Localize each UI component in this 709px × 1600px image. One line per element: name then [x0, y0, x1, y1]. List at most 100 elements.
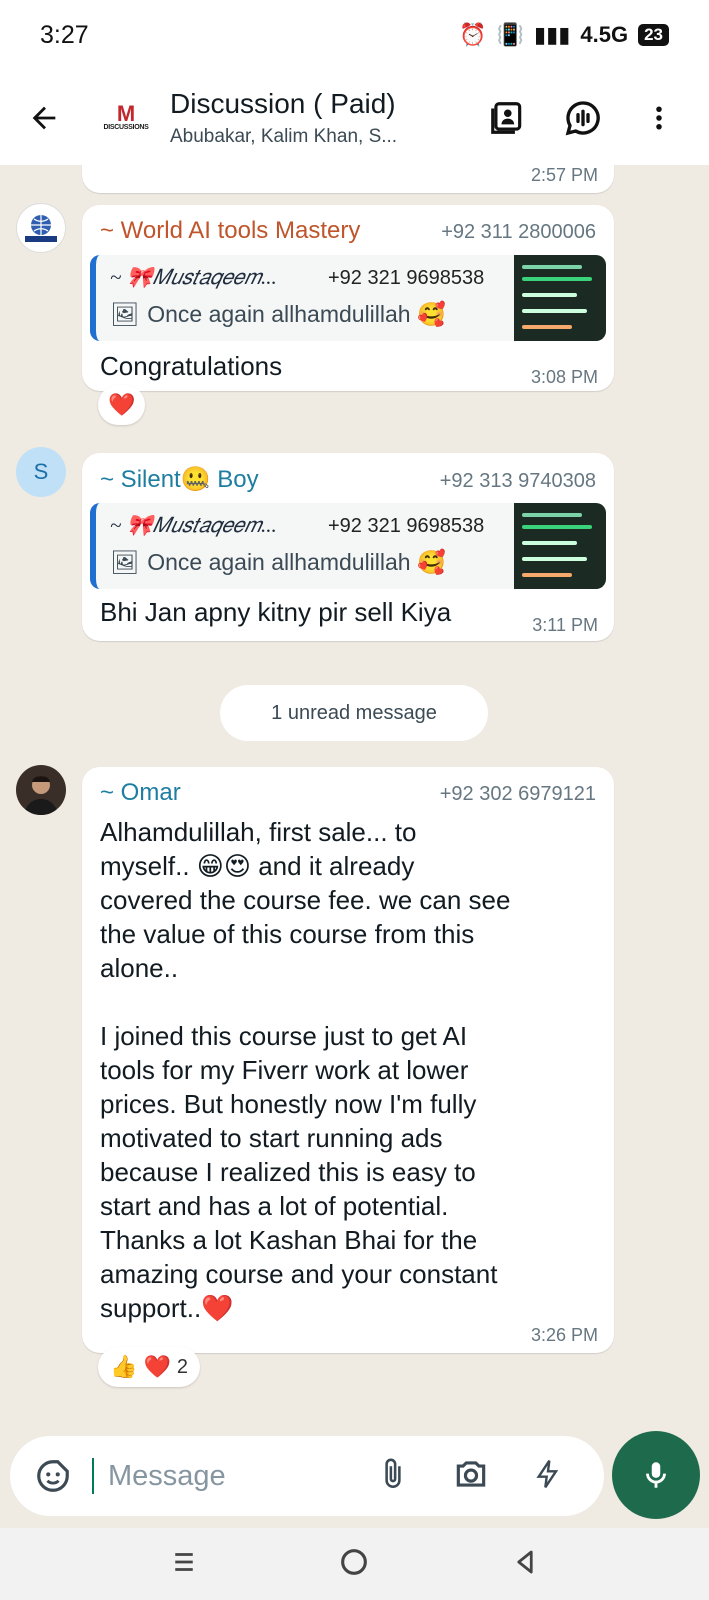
attach-button[interactable]	[376, 1457, 410, 1496]
battery-icon: 23	[638, 24, 669, 46]
group-logo-text: DISCUSSIONS	[103, 124, 149, 131]
message-time: 2:57 PM	[530, 165, 598, 185]
back-button[interactable]	[14, 88, 74, 148]
menu-lines-icon	[175, 1552, 193, 1571]
previous-message[interactable]: 2:57 PM	[82, 165, 614, 193]
sender-row: ~ World AI tools Mastery +92 311 2800006	[100, 217, 596, 245]
thumbnail-line	[522, 265, 582, 269]
reaction-emojis: 👍 ❤️	[110, 1354, 171, 1379]
camera-button[interactable]	[452, 1455, 490, 1498]
system-nav-bar	[0, 1528, 709, 1600]
sticker-icon	[37, 1460, 69, 1492]
message-line: amazing course and your constant	[100, 1259, 498, 1289]
message-line: Alhamdulillah, first sale... to	[100, 817, 417, 847]
message-time: 3:11 PM	[532, 615, 598, 635]
group-avatar[interactable]: M DISCUSSIONS	[94, 86, 158, 150]
quote-text-row: 🖼 Once again allhamdulillah 🥰	[110, 301, 446, 328]
thumbnail-line	[522, 513, 582, 517]
sender-name[interactable]: ~ Omar	[100, 779, 181, 807]
message-line: prices. But honestly now I'm fully	[100, 1089, 477, 1119]
message-line: I joined this course just to get AI	[100, 1021, 468, 1051]
thumbnail-line	[522, 541, 577, 545]
chat-title: Discussion ( Paid)	[170, 87, 396, 119]
message-text: Congratulations	[100, 351, 283, 381]
message-line: myself.. 😁😍 and it already	[100, 851, 415, 881]
quote-thumbnail	[514, 255, 606, 341]
quote-text: Once again allhamdulillah 🥰	[147, 549, 446, 575]
sender-row: ~ Silent🤐 Boy +92 313 9740308	[100, 465, 596, 494]
avatar[interactable]: S	[16, 447, 66, 497]
message-line: alone..	[100, 953, 179, 983]
message-composer	[10, 1436, 604, 1516]
avatar[interactable]	[16, 203, 66, 253]
quote-text-row: 🖼 Once again allhamdulillah 🥰	[110, 549, 446, 576]
sender-phone: +92 311 2800006	[441, 221, 596, 243]
person-photo-icon	[24, 776, 58, 815]
message-line: covered the course fee. we can see	[100, 885, 511, 915]
quote-phone: +92 321 9698538	[328, 267, 485, 289]
message-input[interactable]	[108, 1459, 358, 1493]
quoted-message[interactable]: ~ 🎀𝑀𝑢𝑠𝑡𝑎𝑞𝑒𝑒𝑚... +92 321 9698538 🖼 Once a…	[90, 503, 606, 589]
back-nav-button[interactable]	[510, 1547, 540, 1582]
vibrate-icon: 📳	[496, 22, 525, 47]
message-line: support..❤️	[100, 1293, 234, 1323]
triangle-back-icon	[517, 1550, 533, 1573]
voice-message-button[interactable]	[612, 1431, 700, 1519]
heart-icon: ❤️	[108, 392, 136, 417]
unread-divider: 1 unread message	[220, 685, 488, 741]
reaction-badge[interactable]: 👍 ❤️ 2	[98, 1347, 201, 1387]
home-circle-icon	[341, 1548, 368, 1575]
avatar-initial: S	[33, 459, 49, 484]
sender-row: ~ Omar +92 302 6979121	[100, 779, 596, 807]
more-options-button[interactable]	[637, 96, 681, 140]
thumbnail-line	[522, 277, 592, 281]
message-bubble[interactable]: ~ World AI tools Mastery +92 311 2800006…	[82, 205, 614, 391]
camera-icon	[456, 1460, 486, 1487]
quote-thumbnail	[514, 503, 606, 589]
chat-info[interactable]: Discussion ( Paid) Abubakar, Kalim Khan,…	[170, 88, 485, 148]
sticker-button[interactable]	[30, 1453, 76, 1499]
message-line: start and has a lot of potential.	[100, 1191, 449, 1221]
quote-sender: ~ 🎀𝑀𝑢𝑠𝑡𝑎𝑞𝑒𝑒𝑚...	[110, 513, 277, 537]
message-text: Alhamdulillah, first sale... to myself.. …	[100, 815, 600, 1325]
message-line: tools for my Fiverr work at lower	[100, 1055, 469, 1085]
recent-apps-button[interactable]	[169, 1547, 199, 1582]
voice-chat-button[interactable]	[561, 96, 605, 140]
message-line: motivated to start running ads	[100, 1123, 443, 1153]
sender-name[interactable]: ~ Silent🤐 Boy	[100, 465, 259, 494]
paperclip-icon	[385, 1458, 401, 1488]
status-icons: ⏰ 📳 ▮▮▮ 4.5G 23	[459, 22, 669, 48]
logo-mark-icon: M	[116, 101, 136, 126]
quote-sender: ~ 🎀𝑀𝑢𝑠𝑡𝑎𝑞𝑒𝑒𝑚...	[110, 265, 277, 289]
quote-text: Once again allhamdulillah 🥰	[147, 301, 446, 327]
avatar[interactable]	[16, 765, 66, 815]
status-time: 3:27	[40, 20, 89, 49]
reaction-badge[interactable]: ❤️	[98, 385, 146, 425]
header-actions	[485, 96, 681, 140]
more-vertical-icon	[656, 106, 662, 129]
quoted-message[interactable]: ~ 🎀𝑀𝑢𝑠𝑡𝑎𝑞𝑒𝑒𝑚... +92 321 9698538 🖼 Once a…	[90, 255, 606, 341]
message-bubble[interactable]: ~ Silent🤐 Boy +92 313 9740308 ~ 🎀𝑀𝑢𝑠𝑡𝑎𝑞𝑒…	[82, 453, 614, 641]
thumbnail-line	[522, 293, 577, 297]
microphone-icon	[646, 1462, 666, 1488]
thumbnail-line	[522, 309, 587, 313]
alarm-icon: ⏰	[459, 22, 487, 47]
quick-reply-button[interactable]	[532, 1457, 564, 1496]
message-time: 3:26 PM	[530, 1325, 598, 1345]
arrow-left-icon	[32, 106, 56, 129]
chat-area[interactable]: 2:57 PM ~ World AI tools Mastery +92 311…	[0, 165, 709, 1420]
message-line: the value of this course from this	[100, 919, 475, 949]
text-caret	[92, 1458, 94, 1494]
message-text: Bhi Jan apny kitny pir sell Kiya	[100, 597, 452, 627]
message-bubble[interactable]: ~ Omar +92 302 6979121 Alhamdulillah, fi…	[82, 767, 614, 1353]
sender-name[interactable]: ~ World AI tools Mastery	[100, 217, 360, 245]
thumbnail-line	[522, 557, 587, 561]
signal-icon: ▮▮▮	[534, 22, 571, 47]
thumbnail-line	[522, 573, 572, 577]
home-button[interactable]	[337, 1545, 371, 1584]
globe-icon	[25, 215, 57, 242]
contact-card-icon	[491, 101, 522, 134]
reaction-count: 2	[176, 1355, 189, 1378]
contact-card-button[interactable]	[485, 96, 529, 140]
network-label: 4.5G	[580, 22, 629, 47]
